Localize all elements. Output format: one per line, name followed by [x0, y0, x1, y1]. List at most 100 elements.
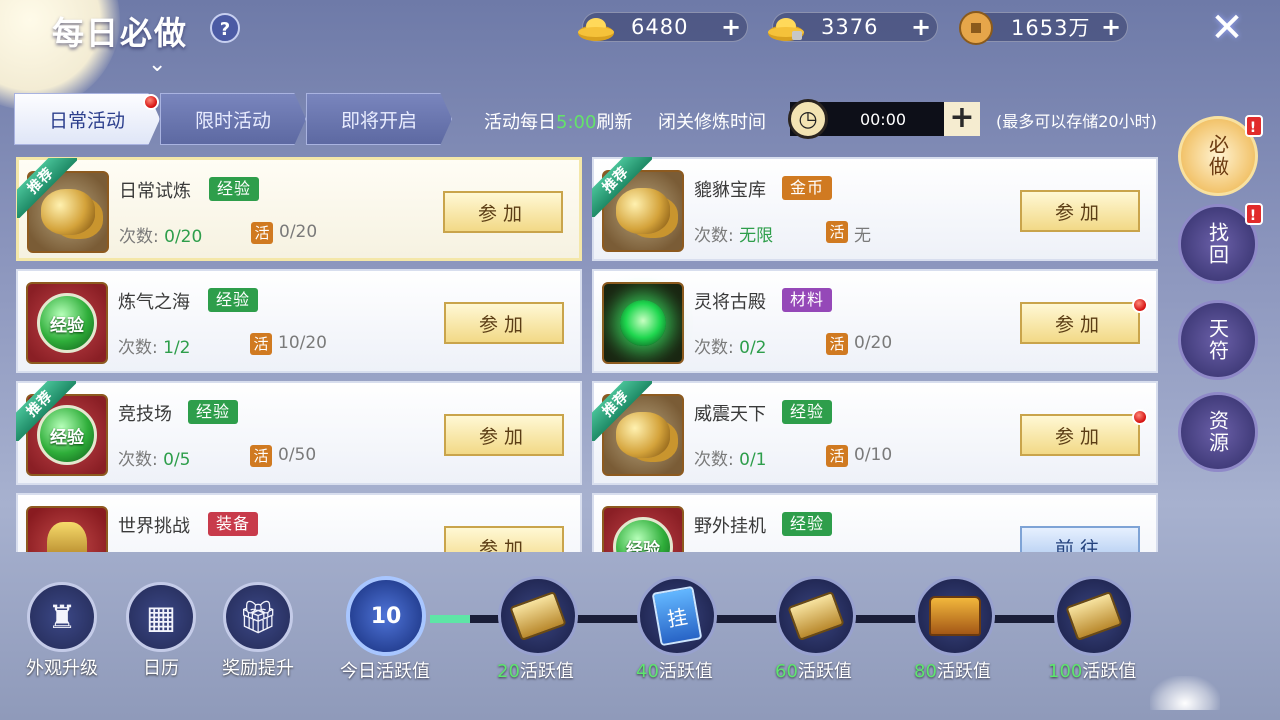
- milestone-40-reward[interactable]: 挂: [637, 576, 717, 656]
- gold-ingot-icon: [575, 7, 617, 49]
- page-title: 每日必做: [52, 14, 189, 52]
- activity-name: 日常试炼: [119, 181, 191, 202]
- activity-card-afk[interactable]: 经验 野外挂机 经验 前往: [592, 493, 1158, 552]
- join-button[interactable]: 参加: [1020, 190, 1140, 232]
- tab-daily-notification-dot: [143, 94, 159, 110]
- add-copper-coin-button[interactable]: +: [1099, 13, 1123, 41]
- side-must-do-button[interactable]: 必做 !: [1178, 115, 1263, 196]
- scroll-icon: [787, 590, 845, 642]
- appearance-upgrade-button[interactable]: ♜ 外观升级: [26, 582, 98, 680]
- activity-card-world-challenge[interactable]: 世界挑战 装备 参加: [16, 493, 582, 552]
- exp-orb-icon: 经验: [602, 506, 684, 552]
- equipment-icon: [26, 506, 108, 552]
- recommend-ribbon: 推荐: [592, 381, 652, 441]
- bound-ingot-value: 3376: [821, 15, 879, 39]
- close-button[interactable]: ✕: [1204, 6, 1250, 52]
- side-resource-button[interactable]: 资源: [1178, 392, 1258, 472]
- activity-progress-fill: [430, 615, 470, 623]
- refresh-prefix: 活动每日: [484, 112, 556, 133]
- tab-limited[interactable]: 限时活动: [160, 93, 306, 145]
- cultivation-label: 闭关修炼时间: [658, 112, 766, 133]
- afk-card-icon: 挂: [651, 585, 703, 647]
- activity-tag: 材料: [782, 288, 833, 312]
- green-flame-icon: [602, 282, 684, 364]
- huo-icon: 活: [251, 222, 273, 244]
- treasure-chest-icon: [929, 596, 981, 636]
- notification-dot: [1132, 297, 1148, 313]
- appearance-upgrade-label: 外观升级: [26, 658, 98, 679]
- activity-tag: 经验: [782, 512, 833, 536]
- refresh-suffix: 刷新: [596, 112, 633, 133]
- activity-tag: 装备: [208, 512, 259, 536]
- bird-icon: ⌄: [148, 52, 167, 77]
- activity-card-ancient-hall[interactable]: 灵将古殿 材料 次数: 0/2 活 0/20 参加: [592, 269, 1158, 373]
- milestone-80-reward[interactable]: [915, 576, 995, 656]
- activity-list[interactable]: 推荐 日常试炼 经验 次数: 0/20 活 0/20 参加 推荐 貔貅宝库 金币…: [14, 152, 1168, 552]
- tab-upcoming[interactable]: 即将开启: [306, 93, 452, 145]
- activity-name: 世界挑战: [118, 516, 190, 537]
- refresh-time: 5:00: [556, 112, 597, 133]
- huo-value: 10/20: [278, 333, 327, 353]
- activity-name: 威震天下: [694, 404, 766, 425]
- help-button[interactable]: ?: [210, 13, 240, 43]
- activity-name: 炼气之海: [118, 292, 190, 313]
- activity-name: 竞技场: [118, 404, 172, 425]
- activity-card-dominate[interactable]: 推荐 威震天下 经验 次数: 0/1 活 0/10 参加: [592, 381, 1158, 485]
- activity-tag: 金币: [782, 176, 833, 200]
- refresh-info: 活动每日5:00刷新: [484, 108, 632, 134]
- activity-name: 野外挂机: [694, 516, 766, 537]
- side-retrieve-button[interactable]: 找回 !: [1178, 203, 1263, 284]
- activity-count: 次数: 1/2: [118, 338, 191, 358]
- timer-value: 00:00: [859, 109, 907, 129]
- go-button[interactable]: 前往: [1020, 526, 1140, 552]
- lotus-decoration: [1150, 676, 1220, 710]
- today-activity-label: 今日活跃值: [340, 661, 430, 682]
- add-gold-ingot-button[interactable]: +: [719, 13, 743, 41]
- join-button[interactable]: 参加: [443, 191, 563, 233]
- activity-card-arena[interactable]: 经验 推荐 竞技场 经验 次数: 0/5 活 0/50 参加: [16, 381, 582, 485]
- recommend-ribbon: 推荐: [17, 158, 77, 218]
- add-cultivation-time-button[interactable]: +: [944, 102, 980, 136]
- huo-icon: 活: [826, 445, 848, 467]
- cultivation-timer: ◷ 00:00 +: [788, 99, 980, 139]
- gold-ingot-value: 6480: [631, 15, 689, 39]
- activity-tag: 经验: [782, 400, 833, 424]
- join-button[interactable]: 参加: [1020, 302, 1140, 344]
- bound-ingot-icon: [765, 7, 807, 49]
- gift-icon: 🎁︎: [223, 582, 293, 652]
- activity-card-treasury[interactable]: 推荐 貔貅宝库 金币 次数: 无限 活 无 参加: [592, 157, 1158, 261]
- alert-badge: !: [1245, 203, 1263, 225]
- milestone-100-reward[interactable]: [1054, 576, 1134, 656]
- activity-card-daily-trial[interactable]: 推荐 日常试炼 经验 次数: 0/20 活 0/20 参加: [16, 157, 582, 261]
- calendar-button[interactable]: ▦ 日历: [125, 582, 197, 680]
- copper-coin-icon: [955, 7, 997, 49]
- join-button[interactable]: 参加: [444, 526, 564, 552]
- huo-value: 无: [854, 226, 871, 246]
- side-resource-label: 资源: [1205, 410, 1230, 454]
- activity-count: 次数: 0/2: [694, 338, 767, 358]
- milestone-60-reward[interactable]: [776, 576, 856, 656]
- alert-badge: !: [1245, 115, 1263, 137]
- join-button[interactable]: 参加: [444, 414, 564, 456]
- milestone-20-reward[interactable]: [498, 576, 578, 656]
- calendar-icon: ▦: [126, 582, 196, 652]
- milestone-100-label: 100活跃值: [1048, 661, 1137, 682]
- tab-daily[interactable]: 日常活动: [14, 93, 160, 145]
- clock-icon: ◷: [788, 99, 828, 139]
- join-button[interactable]: 参加: [1020, 414, 1140, 456]
- activity-card-qi-sea[interactable]: 经验 炼气之海 经验 次数: 1/2 活 10/20 参加: [16, 269, 582, 373]
- activity-name: 貔貅宝库: [694, 180, 766, 201]
- reward-boost-label: 奖励提升: [222, 658, 294, 679]
- reward-boost-button[interactable]: 🎁︎ 奖励提升: [222, 582, 294, 680]
- side-talisman-label: 天符: [1205, 318, 1230, 362]
- milestone-80-label: 80活跃值: [914, 661, 991, 682]
- notification-dot: [1132, 409, 1148, 425]
- activity-count: 次数: 0/1: [694, 450, 767, 470]
- add-bound-ingot-button[interactable]: +: [909, 13, 933, 41]
- activity-name: 灵将古殿: [694, 292, 766, 313]
- join-button[interactable]: 参加: [444, 302, 564, 344]
- recommend-ribbon: 推荐: [16, 381, 76, 441]
- today-activity-badge: 10: [346, 576, 426, 656]
- activity-count: 次数: 0/5: [118, 450, 191, 470]
- side-talisman-button[interactable]: 天符: [1178, 300, 1258, 380]
